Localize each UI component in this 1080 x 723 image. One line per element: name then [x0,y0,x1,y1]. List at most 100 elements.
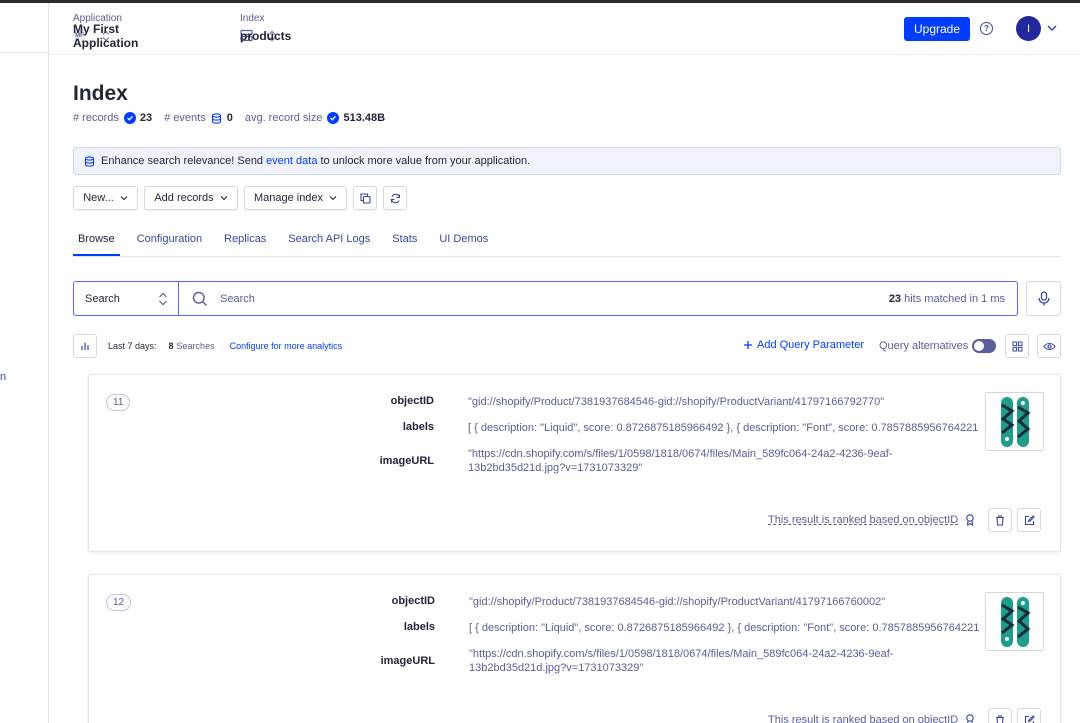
attribute-key: objectID [390,395,434,407]
avatar[interactable]: I [1016,16,1041,41]
add-query-parameter-label: Add Query Parameter [757,339,864,351]
award-icon [965,714,975,723]
sidebar-divider [0,52,49,53]
upgrade-button[interactable]: Upgrade [904,17,970,41]
analytics-period: Last 7 days: [108,341,157,351]
product-thumbnail [985,392,1044,451]
tab-configuration[interactable]: Configuration [132,226,207,256]
records-stat-value: 23 [139,112,153,124]
result-card: 12 objectID "gid://shopify/Product/73819… [88,574,1061,723]
separator: · [220,341,224,351]
visibility-button[interactable] [1037,334,1061,358]
avg-record-size-label: avg. record size [244,112,323,124]
check-circle-icon [327,112,340,124]
tab-search-api-logs[interactable]: Search API Logs [283,226,375,256]
add-query-parameter-button[interactable]: Add Query Parameter [743,339,864,351]
objectid-value: "gid://shopify/Product/7381937684546-gid… [468,396,885,408]
top-bar: Application MF My First Application Inde… [49,3,1080,55]
objectid-value: "gid://shopify/Product/7381937684546-gid… [469,596,886,608]
index-selector[interactable]: Index products [240,13,291,43]
new-button[interactable]: New... [73,186,138,210]
application-name: My First Application [73,21,139,50]
delete-button[interactable] [988,708,1012,723]
attribute-key: objectID [391,595,435,607]
index-stats: # records 23 # events 0 avg. record size… [73,112,397,124]
page-title: Index [73,82,128,105]
imageurl-value-line2: 13b2bd35d21d.jpg?v=1731073329" [469,662,644,674]
left-sidebar: n [0,3,49,723]
chevron-down-icon [329,194,337,202]
configure-analytics-link[interactable]: Configure for more analytics [230,341,343,351]
result-position-badge: 12 [106,594,132,611]
check-circle-icon [123,112,136,124]
attribute-key: labels [402,421,434,433]
search-mode-select[interactable]: Search [74,282,179,315]
edit-button[interactable] [1017,708,1041,723]
result-card: 11 objectID "gid://shopify/Product/73819… [88,374,1061,552]
index-name: products [240,28,292,43]
eye-icon [1042,342,1056,351]
events-stat-label: # events [164,112,206,124]
event-data-link[interactable]: event data [266,155,317,167]
refresh-button[interactable] [383,186,407,210]
chevron-down-icon [120,194,128,202]
microphone-icon [1037,291,1050,306]
copy-icon [359,192,371,204]
tab-ui-demos[interactable]: UI Demos [434,226,493,256]
rank-explanation-link[interactable]: This result is ranked based on objectID [768,514,958,526]
bar-chart-icon [80,341,90,351]
voice-search-button[interactable] [1026,281,1061,316]
tab-replicas[interactable]: Replicas [219,226,271,256]
refresh-icon [390,193,401,204]
tab-browse[interactable]: Browse [73,226,120,256]
result-position-badge: 11 [106,394,131,411]
tab-stats[interactable]: Stats [387,226,422,256]
help-icon[interactable]: ? [980,22,993,35]
trash-icon [995,714,1005,723]
plus-icon [743,340,753,350]
add-records-label: Add records [154,192,214,204]
new-button-label: New... [83,192,114,204]
search-input[interactable]: Search [220,293,889,305]
edit-button[interactable] [1017,508,1041,532]
attribute-key: imageURL [380,655,435,667]
edit-icon [1024,514,1035,526]
imageurl-value-line1: "https://cdn.shopify.com/s/files/1/0598/… [468,448,893,460]
records-stat-label: # records [73,112,119,124]
analytics-bar: Last 7 days: 8 Searches · Configure for … [73,334,1061,358]
manage-index-label: Manage index [253,192,324,204]
manage-index-button[interactable]: Manage index [244,186,347,210]
index-toolbar: New... Add records Manage index [73,186,413,210]
add-records-button[interactable]: Add records [144,186,238,210]
banner-text: Enhance search relevance! Send [101,155,264,167]
attribute-key: imageURL [379,455,434,467]
labels-value: [ { description: "Liquid", score: 0.8726… [469,622,980,634]
index-tabs: Browse Configuration Replicas Search API… [73,226,1061,257]
application-selector[interactable]: Application MF My First Application [73,13,138,50]
delete-button[interactable] [988,508,1012,532]
rank-explanation-link[interactable]: This result is ranked based on objectID [768,714,958,723]
labels-value: [ { description: "Liquid", score: 0.8726… [468,422,979,434]
analytics-button[interactable] [73,334,97,358]
grid-view-button[interactable] [1005,334,1029,358]
chevron-down-icon [220,194,228,202]
searches-label: Searches [176,341,215,351]
chevron-down-icon[interactable] [1046,22,1058,37]
info-banner: Enhance search relevance! Send event dat… [73,147,1061,175]
query-alternatives-label: Query alternatives [879,340,969,352]
hits-summary: 23 hits matched in 1 ms [889,293,1005,305]
imageurl-value-line1: "https://cdn.shopify.com/s/files/1/0598/… [469,648,894,660]
chevron-updown-icon [158,291,168,310]
sidebar-text-fragment: n [0,371,7,383]
query-alternatives-toggle[interactable] [972,339,996,353]
index-selector-label: Index [240,13,265,24]
searches-count: 8 [168,341,174,351]
grid-icon [1012,341,1023,352]
imageurl-value-line2: 13b2bd35d21d.jpg?v=1731073329" [468,462,643,474]
attribute-key: labels [403,621,435,633]
banner-text-end: to unlock more value from your applicati… [320,155,531,167]
analytics-summary: Last 7 days: 8 Searches · Configure for … [108,341,342,351]
trash-icon [995,514,1005,526]
copy-index-button[interactable] [353,186,377,210]
search-mode-value: Search [85,292,120,305]
